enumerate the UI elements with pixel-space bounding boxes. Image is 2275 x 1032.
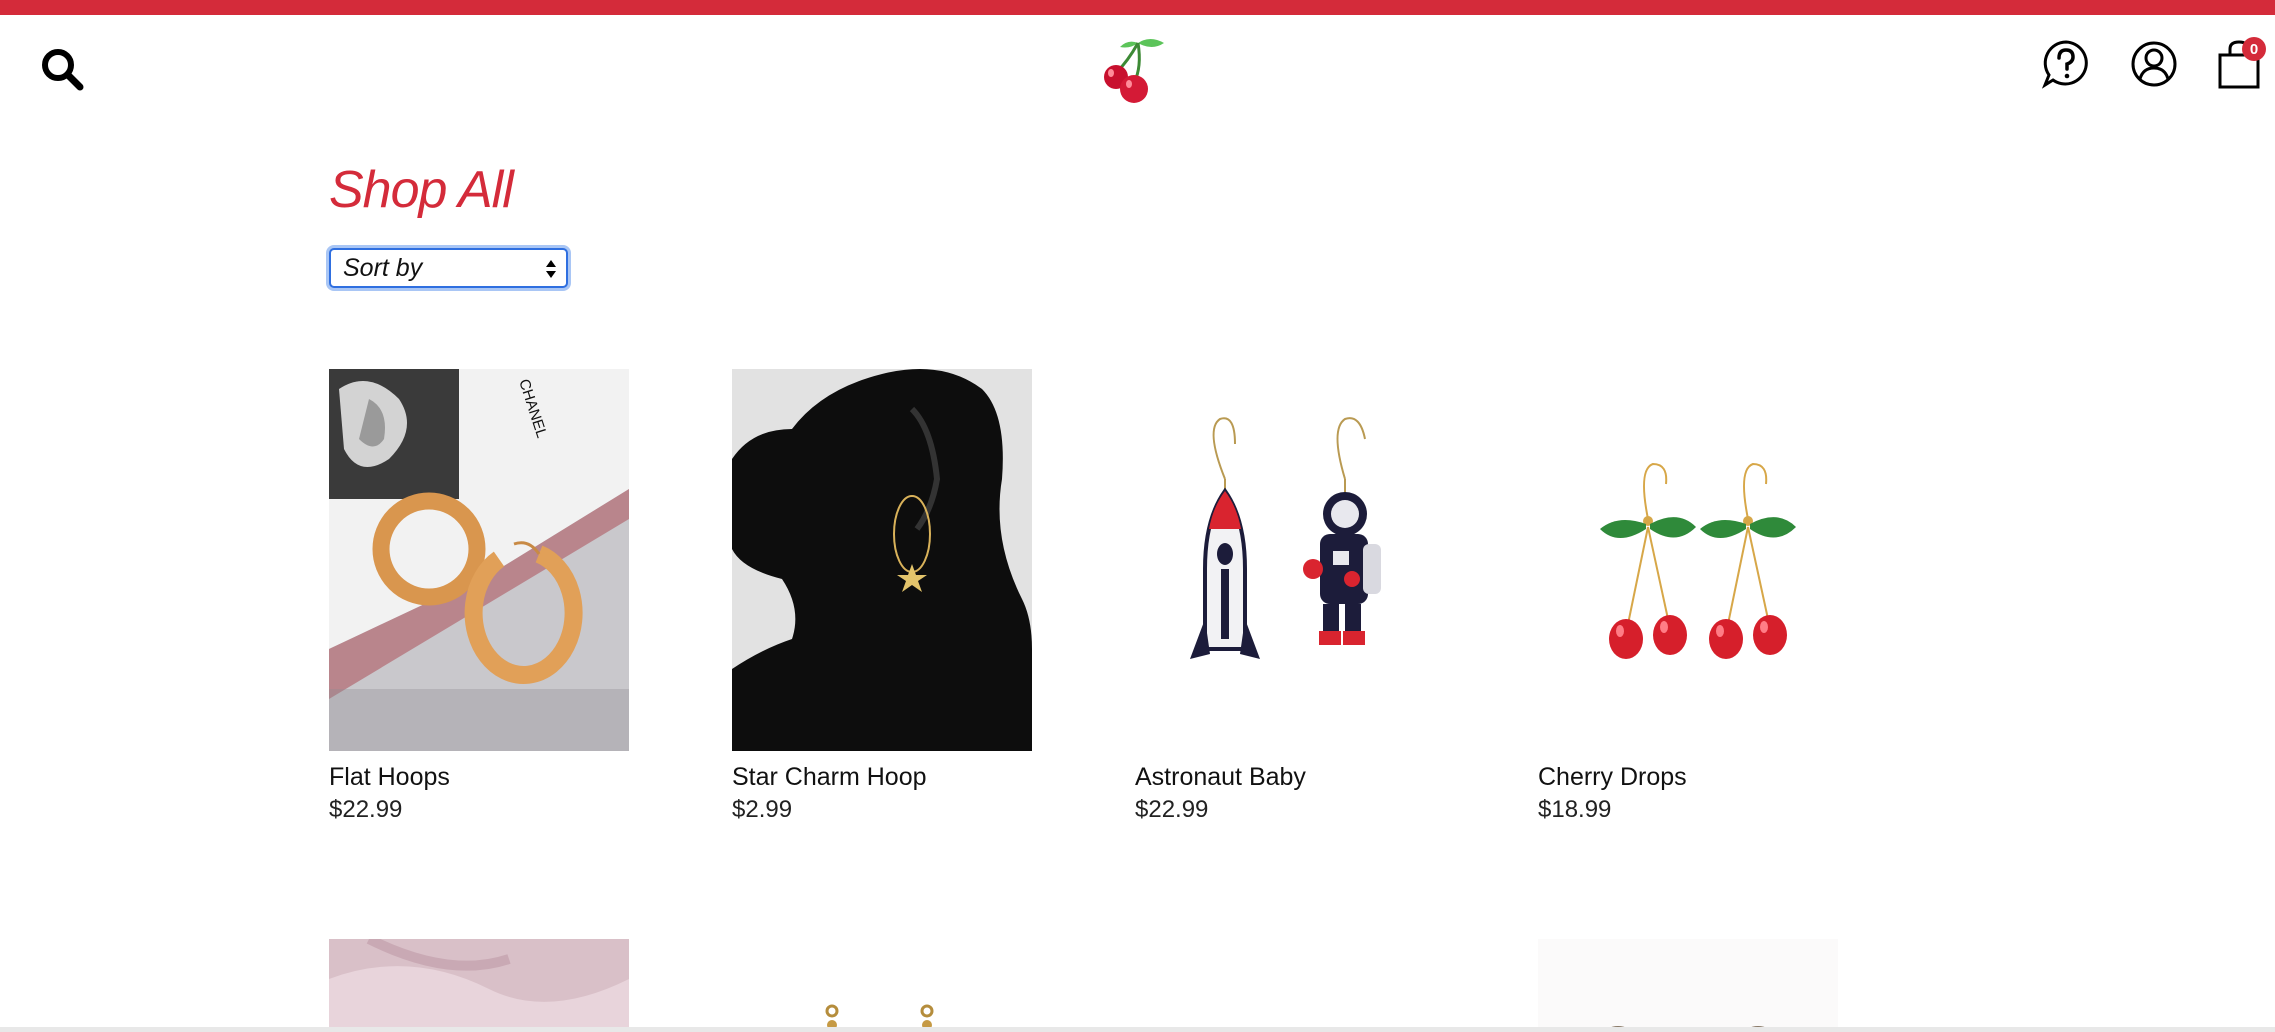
sort-by-label: Sort by: [343, 253, 423, 282]
product-price: $22.99: [1135, 796, 1209, 823]
sort-by-select[interactable]: Sort by: [329, 248, 568, 288]
account-button[interactable]: [2128, 38, 2180, 90]
product-card[interactable]: [1538, 939, 1838, 1032]
cart-count-badge: 0: [2242, 37, 2266, 61]
product-card[interactable]: Cherry Drops $18.99: [1538, 369, 1838, 823]
product-name[interactable]: Cherry Drops: [1538, 763, 1687, 792]
product-card[interactable]: CHANEL Flat Hoops $22.99: [329, 369, 629, 823]
page-title: Shop All: [329, 161, 514, 219]
cherry-logo-icon[interactable]: [1098, 33, 1174, 113]
product-name[interactable]: Flat Hoops: [329, 763, 450, 792]
product-name[interactable]: Star Charm Hoop: [732, 763, 927, 792]
search-icon: [42, 49, 84, 91]
announcement-bar: [0, 0, 2275, 15]
product-name[interactable]: Astronaut Baby: [1135, 763, 1306, 792]
product-card[interactable]: [329, 939, 629, 1032]
astronaut-baby-image[interactable]: [1135, 369, 1435, 751]
cart-button[interactable]: 0: [2212, 35, 2268, 95]
flat-hoops-image[interactable]: CHANEL: [329, 369, 629, 751]
product-card[interactable]: Astronaut Baby $22.99: [1135, 369, 1435, 823]
product-card[interactable]: Star Charm Hoop $2.99: [732, 369, 1032, 823]
cherry-drops-image[interactable]: [1538, 369, 1838, 751]
window-bottom-edge: [0, 1027, 2275, 1032]
product-price: $18.99: [1538, 796, 1612, 823]
help-button[interactable]: [2040, 38, 2092, 90]
product-price: $22.99: [329, 796, 403, 823]
select-arrows-icon: [546, 260, 556, 278]
search-button[interactable]: [36, 43, 88, 95]
product-image[interactable]: [329, 939, 629, 1032]
user-account-icon: [2131, 41, 2177, 87]
site-header: 0: [0, 15, 2275, 115]
product-image[interactable]: [1538, 939, 1838, 1032]
product-image[interactable]: [732, 939, 1032, 1032]
product-price: $2.99: [732, 796, 793, 823]
star-charm-hoop-image[interactable]: [732, 369, 1032, 751]
product-card[interactable]: [732, 939, 1032, 1032]
help-chat-icon: [2041, 40, 2088, 89]
